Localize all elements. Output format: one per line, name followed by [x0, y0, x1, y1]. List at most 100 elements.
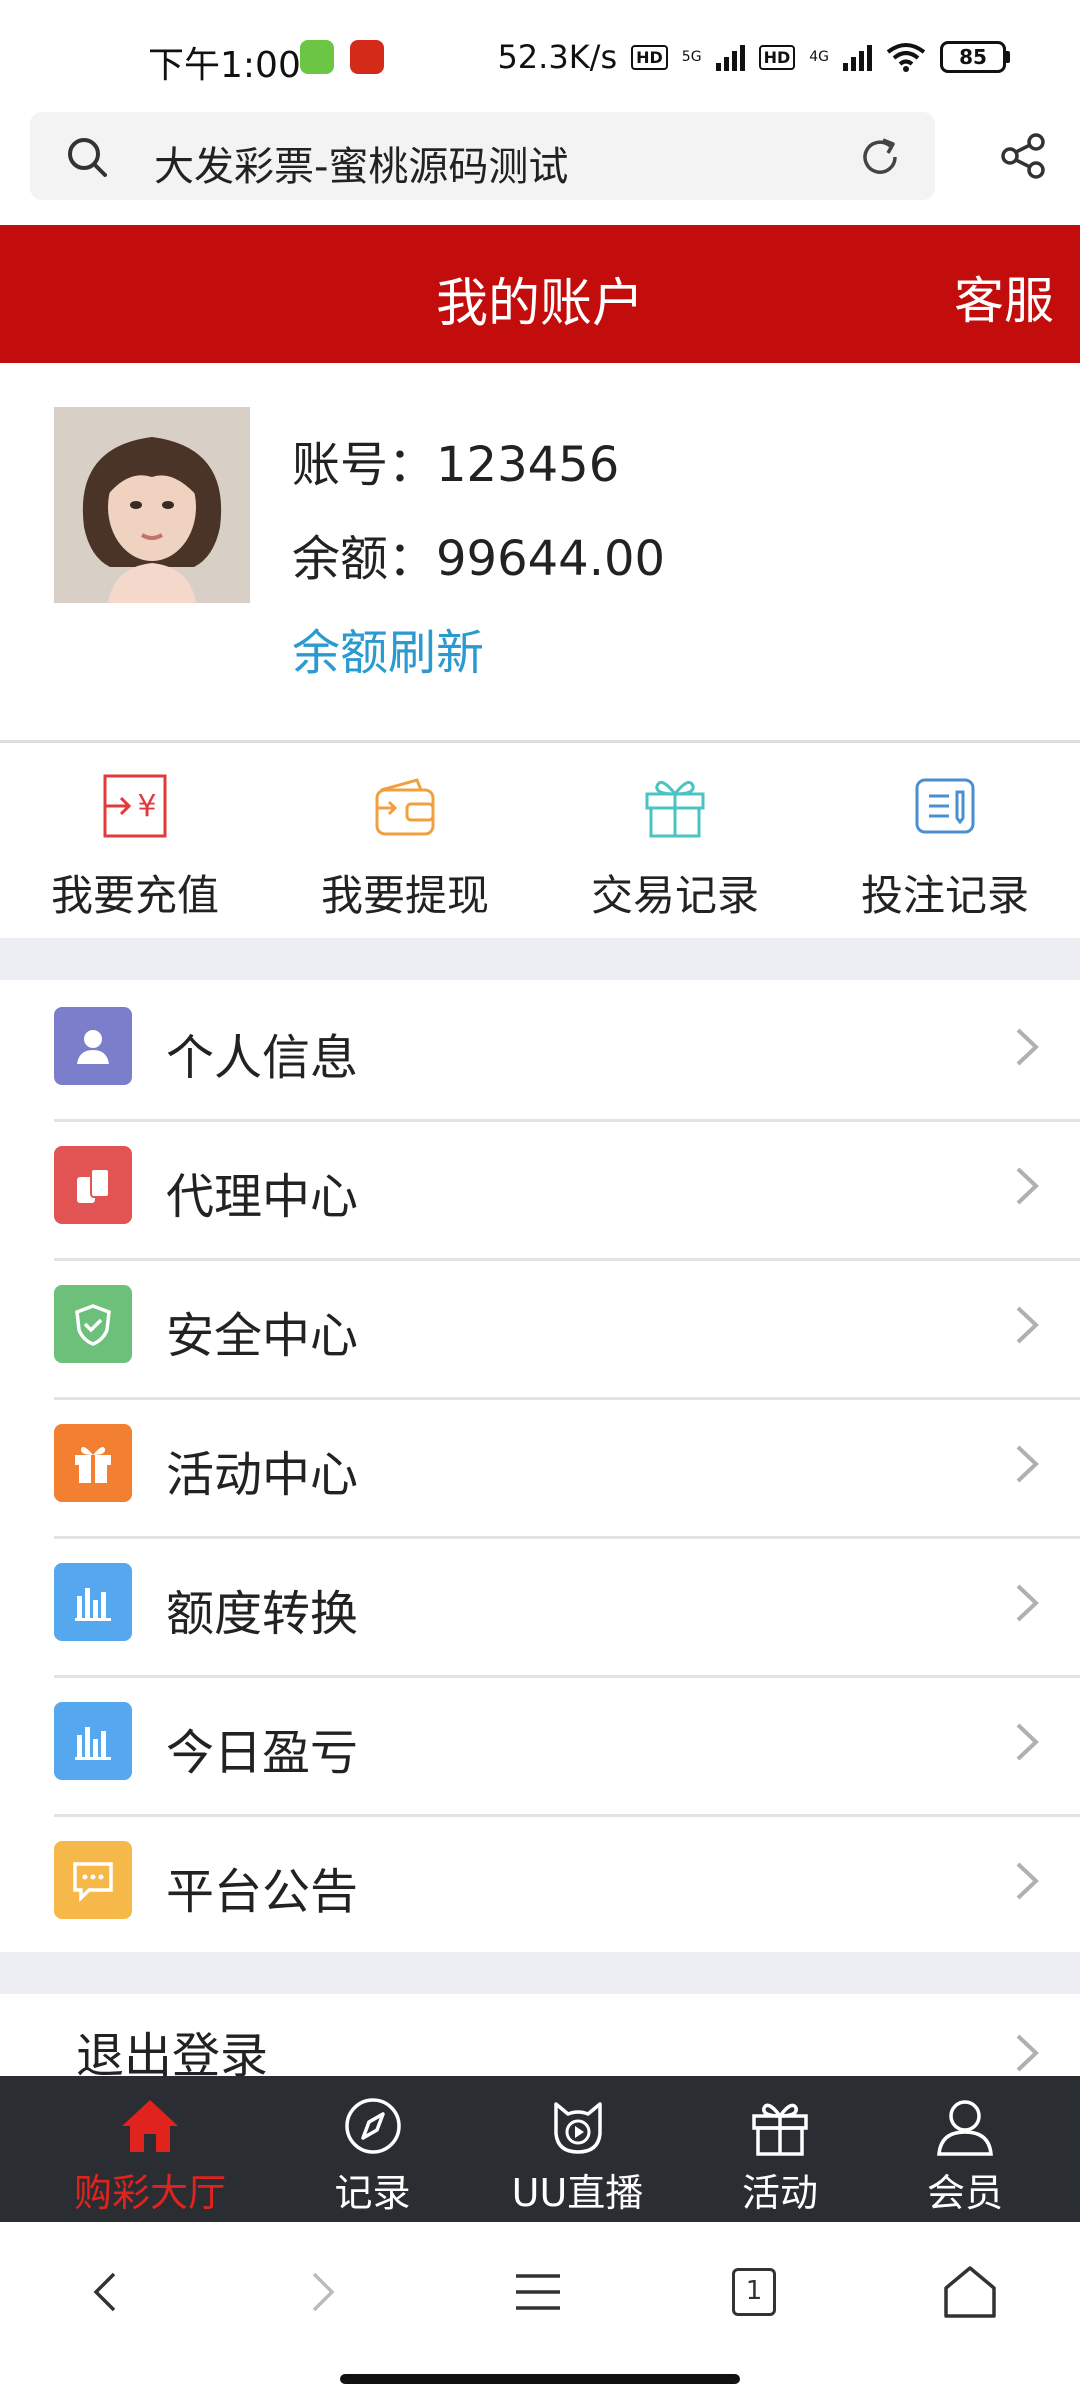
chevron-right-icon	[1016, 1862, 1039, 1900]
hd-badge: HD	[631, 44, 668, 70]
menu-item-activity-center[interactable]: 活动中心	[0, 1397, 1080, 1536]
recharge-icon: ¥	[103, 774, 167, 838]
nav-uu-live[interactable]: UU直播	[445, 2076, 710, 2222]
menu-item-announcements[interactable]: 平台公告	[0, 1814, 1080, 1953]
browser-navigation: 1	[0, 2222, 1080, 2400]
menu-item-label: 平台公告	[166, 1864, 359, 1920]
status-bar: 下午1:00 52.3K/s HD 5G HD 4G 85	[0, 0, 1080, 110]
nav-records[interactable]: 记录	[300, 2076, 445, 2222]
customer-service-button[interactable]: 客服	[954, 261, 1054, 333]
signal-icon	[843, 43, 872, 71]
menu-item-quota-transfer[interactable]: 额度转换	[0, 1536, 1080, 1675]
bottom-navigation: 购彩大厅 记录 UU直播 活动 会员	[0, 2076, 1080, 2222]
avatar	[54, 407, 250, 603]
svg-text:¥: ¥	[137, 789, 156, 824]
network-type: 5G	[681, 49, 702, 65]
home-indicator[interactable]	[340, 2374, 740, 2384]
chevron-right-icon	[1016, 1028, 1039, 1066]
share-icon[interactable]	[998, 130, 1050, 182]
network-type: 4G	[809, 49, 829, 65]
bar-chart-icon	[54, 1702, 132, 1780]
user-icon	[937, 2100, 993, 2156]
chevron-right-icon	[1016, 2034, 1039, 2072]
page-header: 我的账户 客服	[0, 225, 1080, 363]
nav-label: 记录	[334, 2171, 411, 2215]
battery-level: 85	[940, 41, 1006, 73]
refresh-balance-link[interactable]: 余额刷新	[292, 613, 484, 683]
menu-item-label: 安全中心	[166, 1308, 359, 1364]
bet-records-label: 投注记录	[860, 871, 1029, 920]
nav-label: UU直播	[511, 2171, 644, 2215]
account-number: 账号：123456	[292, 437, 620, 493]
page-title: 我的账户	[435, 274, 644, 334]
chevron-right-icon	[1016, 1445, 1039, 1483]
search-icon	[68, 138, 107, 177]
status-indicators: 52.3K/s HD 5G HD 4G 85	[497, 38, 1010, 76]
logout-label: 退出登录	[76, 2028, 269, 2076]
menu-item-security-center[interactable]: 安全中心	[0, 1258, 1080, 1397]
chevron-right-icon	[1016, 1723, 1039, 1761]
chevron-right-icon	[1016, 1584, 1039, 1622]
address-text: 大发彩票-蜜桃源码测试	[154, 144, 569, 190]
withdraw-label: 我要提现	[320, 871, 489, 920]
nav-activities[interactable]: 活动	[710, 2076, 850, 2222]
transaction-records-button[interactable]: 交易记录	[540, 746, 810, 938]
logout-button[interactable]: 退出登录	[0, 1994, 1080, 2076]
wifi-icon	[886, 43, 926, 72]
app-notification-icon	[350, 40, 384, 74]
address-bar[interactable]: 大发彩票-蜜桃源码测试	[30, 112, 935, 200]
gift-icon	[645, 780, 705, 838]
account-balance: 余额：99644.00	[292, 531, 666, 587]
gift-icon	[752, 2103, 808, 2156]
tabs-button[interactable]: 1	[724, 2262, 784, 2322]
menu-item-label: 今日盈亏	[166, 1725, 359, 1781]
menu-item-daily-profit[interactable]: 今日盈亏	[0, 1675, 1080, 1814]
signal-icon	[715, 43, 745, 71]
app-notification-icon	[300, 40, 334, 74]
chevron-right-icon	[1016, 1167, 1039, 1205]
document-icon	[915, 778, 975, 834]
forward-icon[interactable]	[292, 2262, 352, 2322]
nav-lottery-hall[interactable]: 购彩大厅	[0, 2076, 300, 2222]
nav-label: 购彩大厅	[73, 2171, 226, 2215]
menu-item-label: 代理中心	[166, 1169, 359, 1225]
home-icon	[122, 2100, 178, 2152]
recharge-label: 我要充值	[50, 871, 219, 920]
compass-icon	[344, 2098, 401, 2154]
menu-item-personal-info[interactable]: 个人信息	[0, 980, 1080, 1119]
nav-member[interactable]: 会员	[850, 2076, 1080, 2222]
coins-icon	[54, 1146, 132, 1224]
battery-icon: 85	[940, 41, 1010, 73]
back-icon[interactable]	[76, 2262, 136, 2322]
account-menu: 个人信息 代理中心 安全中心 活动中心 额度转换 今日盈亏 平台公告	[0, 980, 1080, 1953]
menu-item-label: 个人信息	[166, 1030, 359, 1086]
withdraw-button[interactable]: 我要提现	[270, 746, 540, 938]
user-icon	[54, 1007, 132, 1085]
reload-icon[interactable]	[857, 134, 903, 180]
message-icon	[54, 1841, 132, 1919]
recharge-button[interactable]: ¥ 我要充值	[0, 746, 270, 938]
nav-label: 会员	[926, 2171, 1003, 2215]
nav-label: 活动	[741, 2171, 818, 2215]
quick-actions: ¥ 我要充值 我要提现 交易记录 投注记录	[0, 746, 1080, 938]
gift-icon	[54, 1424, 132, 1502]
shield-icon	[54, 1285, 132, 1363]
home-icon[interactable]	[940, 2262, 1000, 2322]
section-divider	[0, 938, 1080, 980]
bet-records-button[interactable]: 投注记录	[810, 746, 1080, 938]
menu-item-label: 额度转换	[166, 1586, 359, 1642]
status-time: 下午1:00	[148, 45, 301, 86]
hd-badge: HD	[758, 44, 796, 70]
bar-chart-icon	[54, 1563, 132, 1641]
menu-item-agency-center[interactable]: 代理中心	[0, 1119, 1080, 1258]
tab-count: 1	[732, 2268, 776, 2316]
section-divider	[0, 1952, 1080, 1994]
browser-toolbar: 大发彩票-蜜桃源码测试	[0, 110, 1080, 225]
wallet-icon	[375, 778, 435, 836]
transaction-records-label: 交易记录	[590, 871, 759, 920]
menu-icon[interactable]	[508, 2262, 568, 2322]
chevron-right-icon	[1016, 1306, 1039, 1344]
live-play-icon	[553, 2102, 602, 2154]
net-speed: 52.3K/s	[497, 38, 618, 76]
profile-card: 账号：123456 余额：99644.00 余额刷新	[0, 363, 1080, 743]
